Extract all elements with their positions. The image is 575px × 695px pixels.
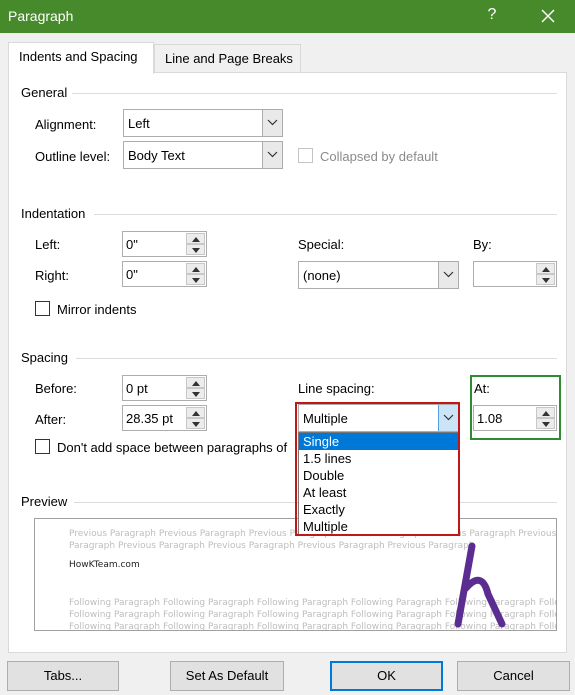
spin-down-button[interactable] — [186, 418, 205, 429]
line-spacing-option-1-5-lines[interactable]: 1.5 lines — [299, 450, 458, 467]
spin-up-button[interactable] — [536, 263, 555, 274]
at-spinner[interactable]: 1.08 — [473, 405, 557, 431]
indent-left-spinner[interactable]: 0" — [122, 231, 207, 257]
mirror-indents-checkbox[interactable] — [35, 301, 50, 316]
by-label: By: — [473, 237, 492, 252]
spin-up-button[interactable] — [536, 407, 555, 418]
section-divider — [72, 93, 557, 94]
spin-up-button[interactable] — [186, 377, 205, 388]
arrow-down-icon — [542, 422, 550, 427]
arrow-up-icon — [192, 237, 200, 242]
before-spinner[interactable]: 0 pt — [122, 375, 207, 401]
spin-down-button[interactable] — [186, 274, 205, 285]
indent-right-spinner[interactable]: 0" — [122, 261, 207, 287]
chevron-down-icon — [443, 414, 454, 421]
line-spacing-option-at-least[interactable]: At least — [299, 484, 458, 501]
ok-button[interactable]: OK — [330, 661, 443, 691]
alignment-select[interactable]: Left — [123, 109, 283, 137]
indent-right-value: 0" — [126, 267, 138, 282]
chevron-down-icon — [267, 151, 278, 158]
spin-down-button[interactable] — [186, 388, 205, 399]
spin-down-button[interactable] — [186, 244, 205, 255]
section-divider — [94, 214, 557, 215]
preview-previous-line: Paragraph Previous Paragraph Previous Pa… — [69, 541, 475, 551]
by-spinner[interactable] — [473, 261, 557, 287]
spin-down-button[interactable] — [536, 418, 555, 429]
mirror-indents-label: Mirror indents — [57, 302, 137, 317]
tab-line-and-page-breaks[interactable]: Line and Page Breaks — [154, 44, 301, 74]
indent-right-label: Right: — [35, 268, 69, 283]
chevron-down-icon — [267, 119, 278, 126]
spacing-heading: Spacing — [21, 350, 68, 365]
window-title: Paragraph — [8, 8, 74, 24]
arrow-down-icon — [192, 392, 200, 397]
dont-add-space-checkbox[interactable] — [35, 439, 50, 454]
spin-up-button[interactable] — [186, 263, 205, 274]
indent-left-value: 0" — [126, 237, 138, 252]
line-spacing-option-exactly[interactable]: Exactly — [299, 501, 458, 518]
outline-level-dropdown-button[interactable] — [262, 142, 282, 168]
spin-up-button[interactable] — [186, 233, 205, 244]
preview-heading: Preview — [21, 494, 68, 509]
set-as-default-button[interactable]: Set As Default — [170, 661, 284, 691]
tabs-button[interactable]: Tabs... — [7, 661, 119, 691]
arrow-down-icon — [192, 248, 200, 253]
line-spacing-option-double[interactable]: Double — [299, 467, 458, 484]
close-button[interactable] — [540, 8, 558, 26]
arrow-up-icon — [192, 411, 200, 416]
indentation-heading: Indentation — [21, 206, 86, 221]
line-spacing-dropdown-button[interactable] — [438, 405, 458, 431]
title-bar: Paragraph ? — [0, 0, 575, 33]
tab-indents-and-spacing[interactable]: Indents and Spacing — [8, 42, 154, 74]
collapsed-by-default-checkbox[interactable] — [298, 148, 313, 163]
outline-level-label: Outline level: — [35, 149, 111, 164]
alignment-label: Alignment: — [35, 117, 97, 132]
indent-left-label: Left: — [35, 237, 61, 252]
section-divider — [76, 358, 557, 359]
tab-label: Indents and Spacing — [19, 49, 138, 64]
chevron-down-icon — [443, 271, 454, 278]
alignment-dropdown-button[interactable] — [262, 110, 282, 136]
before-value: 0 pt — [126, 381, 148, 396]
help-button[interactable]: ? — [483, 6, 501, 24]
after-label: After: — [35, 412, 67, 427]
tab-label: Line and Page Breaks — [165, 51, 293, 66]
special-label: Special: — [298, 237, 345, 252]
special-value: (none) — [303, 268, 341, 283]
at-value: 1.08 — [477, 411, 503, 426]
line-spacing-option-single[interactable]: Single — [299, 433, 458, 450]
collapsed-by-default-label: Collapsed by default — [320, 149, 438, 164]
arrow-down-icon — [192, 278, 200, 283]
spin-up-button[interactable] — [186, 407, 205, 418]
preview-sample-text: HowKTeam.com — [69, 560, 140, 570]
general-heading: General — [21, 85, 68, 100]
spin-down-button[interactable] — [536, 274, 555, 285]
cancel-button[interactable]: Cancel — [457, 661, 570, 691]
arrow-down-icon — [542, 278, 550, 283]
alignment-value: Left — [128, 116, 150, 131]
arrow-down-icon — [192, 422, 200, 427]
line-spacing-select[interactable]: Multiple — [298, 404, 459, 432]
logo-icon — [454, 542, 506, 628]
outline-level-value: Body Text — [128, 148, 185, 163]
close-icon — [541, 9, 555, 23]
special-select[interactable]: (none) — [298, 261, 459, 289]
arrow-up-icon — [192, 381, 200, 386]
line-spacing-option-multiple[interactable]: Multiple — [299, 518, 458, 535]
line-spacing-label: Line spacing: — [298, 381, 375, 396]
line-spacing-value: Multiple — [303, 411, 348, 426]
arrow-up-icon — [542, 267, 550, 272]
arrow-up-icon — [192, 267, 200, 272]
outline-level-select[interactable]: Body Text — [123, 141, 283, 169]
dont-add-space-label: Don't add space between paragraphs of — [57, 440, 288, 455]
after-spinner[interactable]: 28.35 pt — [122, 405, 207, 431]
at-label: At: — [474, 381, 490, 396]
line-spacing-options-list: Single 1.5 lines Double At least Exactly… — [298, 432, 459, 536]
before-label: Before: — [35, 381, 77, 396]
arrow-up-icon — [542, 411, 550, 416]
after-value: 28.35 pt — [126, 411, 173, 426]
special-dropdown-button[interactable] — [438, 262, 458, 288]
